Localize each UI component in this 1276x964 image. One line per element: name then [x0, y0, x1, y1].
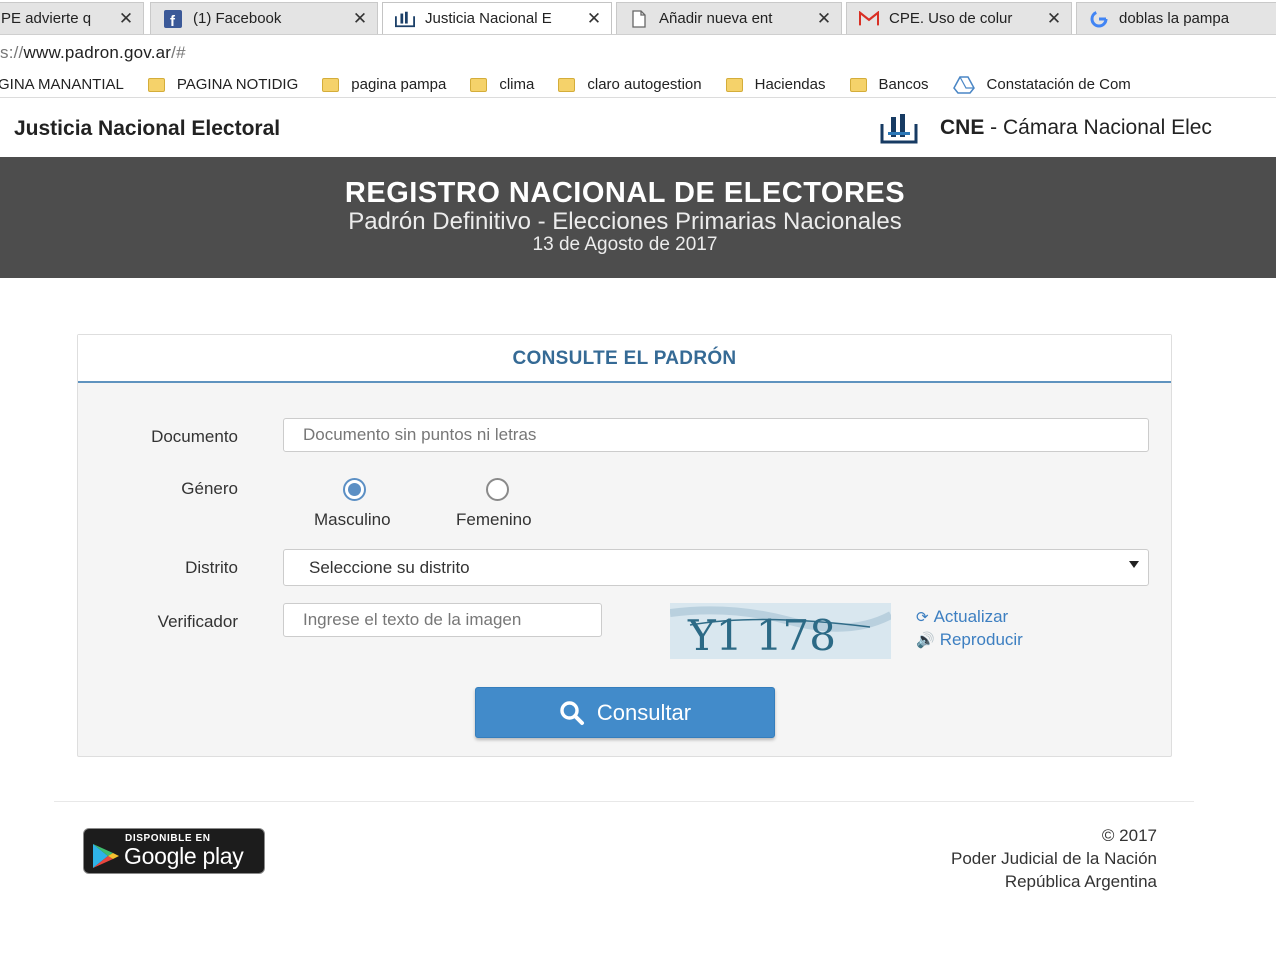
browser-tab-bar: PE advierte q ✕ f (1) Facebook ✕ Justici…: [0, 0, 1276, 34]
consultar-button[interactable]: Consultar: [475, 687, 775, 738]
google-play-icon: [93, 844, 119, 868]
bookmark-haciendas[interactable]: Haciendas: [725, 76, 826, 93]
bookmarks-bar: GINA MANANTIAL PAGINA NOTIDIG pagina pam…: [0, 72, 1276, 98]
distrito-select[interactable]: Seleccione su distrito: [283, 549, 1149, 586]
footer-country: República Argentina: [1004, 872, 1157, 891]
close-icon[interactable]: ✕: [813, 9, 835, 29]
folder-icon: [849, 77, 867, 92]
banner-date: 13 de Agosto de 2017: [532, 234, 718, 255]
consulta-form-card: CONSULTE EL PADRÓN Documento Género Masc…: [77, 334, 1172, 757]
captcha-image: Y1 178: [670, 603, 891, 659]
bookmark-pagina-pampa[interactable]: pagina pampa: [322, 76, 446, 93]
documento-label: Documento: [151, 427, 238, 446]
cne-logo-icon: [880, 114, 918, 144]
tab-google[interactable]: doblas la pampa: [1076, 2, 1276, 34]
bookmark-clima[interactable]: clima: [470, 76, 534, 93]
bookmark-manantial[interactable]: GINA MANANTIAL: [0, 76, 124, 93]
close-icon[interactable]: ✕: [115, 9, 137, 29]
bookmark-bancos[interactable]: Bancos: [849, 76, 929, 93]
bookmark-notidig[interactable]: PAGINA NOTIDIG: [147, 76, 298, 93]
tab-pe-advierte[interactable]: PE advierte q ✕: [0, 2, 144, 34]
folder-icon: [725, 77, 743, 92]
genero-label: Género: [181, 479, 238, 498]
drive-icon: [952, 75, 975, 94]
close-icon[interactable]: ✕: [1043, 9, 1065, 29]
gmail-icon: [859, 10, 879, 28]
banner-subtitle: Padrón Definitivo - Elecciones Primarias…: [348, 208, 902, 235]
close-icon[interactable]: ✕: [583, 9, 605, 29]
tab-facebook[interactable]: f (1) Facebook ✕: [150, 2, 378, 34]
banner: REGISTRO NACIONAL DE ELECTORES Padrón De…: [0, 157, 1276, 278]
volume-icon: 🔊: [916, 632, 935, 649]
refresh-icon: ⟳: [916, 609, 929, 626]
tab-anadir-nueva[interactable]: Añadir nueva ent ✕: [616, 2, 842, 34]
google-icon: [1089, 10, 1109, 28]
verificador-input[interactable]: [283, 603, 602, 637]
documento-input[interactable]: [283, 418, 1149, 452]
masculino-label[interactable]: Masculino: [314, 510, 391, 530]
reproducir-link[interactable]: 🔊 Reproducir: [916, 630, 1023, 650]
radio-masculino[interactable]: [343, 478, 366, 501]
bookmark-claro[interactable]: claro autogestion: [558, 76, 702, 93]
site-header: Justicia Nacional Electoral CNE - Cámara…: [0, 99, 1276, 157]
facebook-icon: f: [163, 9, 183, 28]
radio-femenino[interactable]: [486, 478, 509, 501]
verificador-label: Verificador: [157, 612, 238, 631]
card-title: CONSULTE EL PADRÓN: [512, 348, 737, 369]
url-text[interactable]: s://www.padron.gov.ar/#: [0, 43, 186, 63]
actualizar-link[interactable]: ⟳ Actualizar: [916, 607, 1008, 627]
cne-link[interactable]: CNE - Cámara Nacional Elec: [880, 112, 1212, 144]
bookmark-constatacion[interactable]: Constatación de Com: [952, 75, 1131, 94]
folder-icon: [322, 77, 340, 92]
close-icon[interactable]: ✕: [349, 9, 371, 29]
banner-title: REGISTRO NACIONAL DE ELECTORES: [344, 177, 906, 209]
tab-justicia-nacional[interactable]: Justicia Nacional E ✕: [382, 2, 612, 34]
google-play-badge[interactable]: DISPONIBLE EN Google play: [83, 828, 265, 874]
caret-down-icon: [1129, 561, 1139, 568]
tab-gmail[interactable]: CPE. Uso de colur ✕: [846, 2, 1072, 34]
cne-icon: [395, 10, 415, 28]
folder-icon: [470, 77, 488, 92]
card-header: CONSULTE EL PADRÓN: [78, 335, 1171, 383]
folder-icon: [147, 77, 165, 92]
folder-icon: [558, 77, 576, 92]
document-icon: [629, 9, 649, 28]
footer-org: Poder Judicial de la Nación: [950, 849, 1157, 868]
distrito-label: Distrito: [185, 558, 238, 577]
copyright: © 2017: [1101, 826, 1157, 845]
search-icon: [560, 700, 584, 725]
femenino-label[interactable]: Femenino: [456, 510, 532, 530]
site-brand[interactable]: Justicia Nacional Electoral: [14, 117, 280, 141]
captcha-text: Y1 178: [687, 611, 836, 659]
address-bar[interactable]: s://www.padron.gov.ar/#: [0, 34, 1276, 72]
footer-divider: [54, 801, 1194, 802]
